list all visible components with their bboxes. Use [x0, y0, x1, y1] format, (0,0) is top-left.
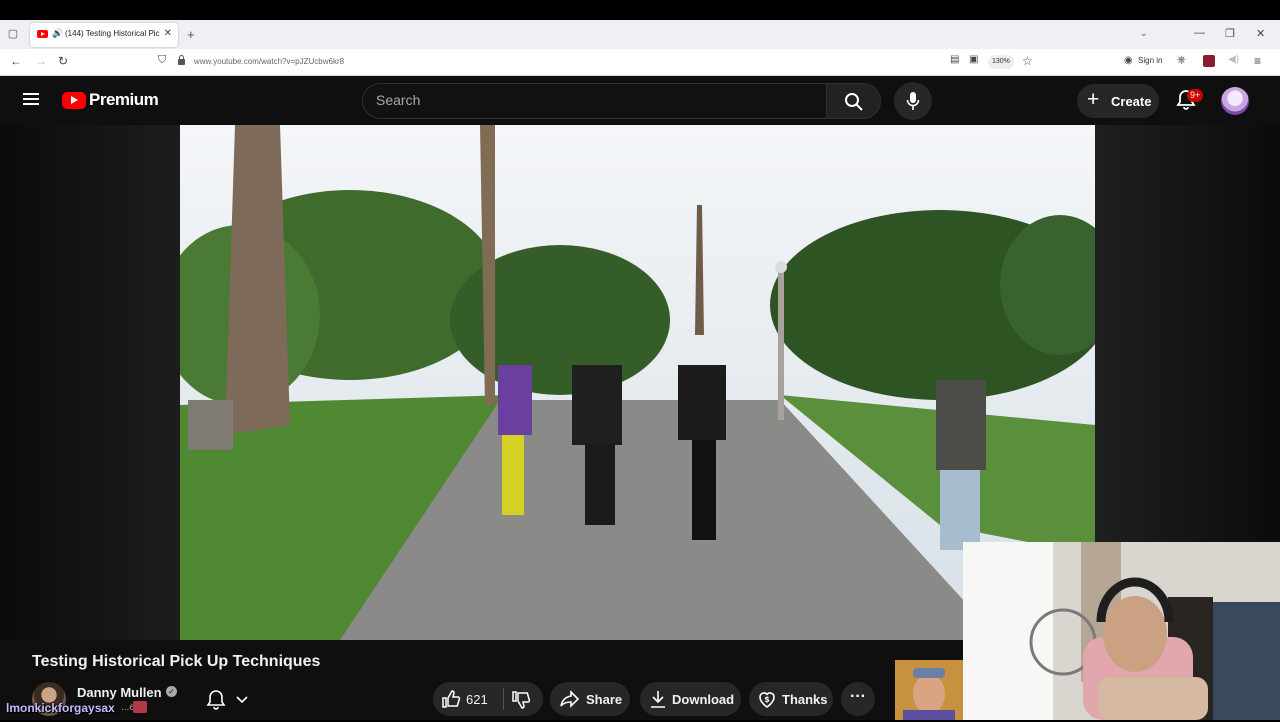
youtube-favicon-icon	[37, 30, 48, 38]
channel-name[interactable]: Danny Mullen	[77, 685, 162, 700]
create-button[interactable]: + Create	[1077, 84, 1159, 118]
star-icon[interactable]: ☆	[1022, 54, 1033, 68]
download-icon	[651, 691, 665, 708]
search-input[interactable]	[376, 92, 806, 108]
plus-icon: +	[1087, 88, 1100, 111]
tab-list-icon[interactable]: ▢	[7, 28, 19, 40]
minimize-icon[interactable]: —	[1194, 27, 1205, 39]
bell-icon	[206, 690, 226, 710]
zoom-level[interactable]: 130%	[988, 55, 1014, 69]
video-player[interactable]	[180, 125, 1095, 640]
download-button[interactable]: Download	[640, 682, 741, 716]
menu-icon[interactable]: ≡	[1254, 54, 1261, 68]
speaker-icon[interactable]: ◀)	[1228, 54, 1239, 65]
forward-icon[interactable]: →	[35, 54, 47, 68]
chevron-down-icon	[236, 696, 248, 704]
url-bar[interactable]: www.youtube.com/watch?v=pJZUcbw6kr8	[194, 57, 344, 66]
like-divider	[503, 688, 504, 710]
top-black-bar	[0, 0, 1280, 20]
thanks-button[interactable]: $ Thanks	[749, 682, 833, 716]
ambient-glow-left	[0, 125, 180, 640]
youtube-header: Premium + Create	[0, 76, 1280, 125]
close-icon[interactable]: ✕	[164, 28, 172, 39]
reload-icon[interactable]: ↻	[58, 54, 68, 68]
stream-overlay-username: lmonkickforgaysax	[6, 701, 115, 715]
search-icon	[845, 93, 863, 111]
close-window-icon[interactable]: ✕	[1256, 27, 1265, 40]
search-button[interactable]	[826, 83, 881, 119]
dislike-icon[interactable]	[511, 690, 531, 710]
lock-icon[interactable]	[177, 54, 186, 68]
search-box[interactable]	[362, 83, 827, 119]
subscription-bell-button[interactable]	[204, 688, 256, 722]
new-tab-icon[interactable]: +	[187, 27, 195, 42]
share-icon	[560, 690, 580, 708]
tab-title: (144) Testing Historical Pick Up Techniq…	[65, 29, 160, 38]
speaker-icon[interactable]: 🔊	[52, 28, 63, 39]
verified-badge-icon: ✓	[166, 686, 177, 697]
avatar[interactable]	[1221, 87, 1249, 115]
youtube-logo-icon[interactable]	[62, 92, 86, 109]
download-label: Download	[672, 692, 735, 707]
reader-icon[interactable]: ▤	[950, 54, 959, 65]
shield-icon[interactable]: ⛉	[158, 54, 166, 67]
watch-page: Testing Historical Pick Up Techniques Da…	[0, 125, 1280, 720]
browser-tab[interactable]: 🔊 (144) Testing Historical Pick Up Techn…	[30, 23, 178, 47]
voice-search-button[interactable]	[894, 82, 932, 120]
extension-badge[interactable]	[1203, 55, 1215, 67]
webcam-overlay	[963, 542, 1280, 720]
account-icon[interactable]: ◉	[1124, 55, 1133, 66]
screenshot-icon[interactable]: ▣	[969, 54, 978, 65]
chevron-down-icon[interactable]: ⌄	[1140, 28, 1148, 39]
like-count[interactable]: 621	[466, 692, 488, 707]
extensions-icon[interactable]: ⎈	[1177, 54, 1186, 67]
microphone-icon	[906, 92, 920, 110]
browser-nav-bar: ← → ↻ ⛉ www.youtube.com/watch?v=pJZUcbw6…	[0, 49, 1280, 76]
notification-count-badge: 9+	[1187, 89, 1204, 102]
share-label: Share	[586, 692, 623, 707]
hamburger-menu-icon[interactable]	[23, 93, 39, 105]
like-icon[interactable]	[441, 689, 461, 709]
video-frame	[180, 125, 1095, 640]
thanks-label: Thanks	[782, 692, 828, 707]
back-icon[interactable]: ←	[10, 54, 22, 68]
youtube-brand[interactable]: Premium	[89, 90, 159, 110]
svg-text:$: $	[764, 695, 770, 704]
stream-overlay-badge-icon	[133, 701, 147, 713]
video-title: Testing Historical Pick Up Techniques	[32, 653, 321, 670]
thanks-icon: $	[759, 692, 775, 708]
restore-icon[interactable]: ❐	[1225, 27, 1235, 40]
create-label: Create	[1111, 94, 1152, 109]
like-dislike-group: 621	[433, 682, 543, 716]
share-button[interactable]: Share	[550, 682, 630, 716]
sign-in-button[interactable]: Sign in	[1138, 56, 1162, 65]
more-actions-icon[interactable]: ···	[841, 682, 875, 716]
browser-tab-bar: ▢ 🔊 (144) Testing Historical Pick Up Tec…	[0, 20, 1280, 49]
stream-overlay-face	[895, 660, 963, 720]
